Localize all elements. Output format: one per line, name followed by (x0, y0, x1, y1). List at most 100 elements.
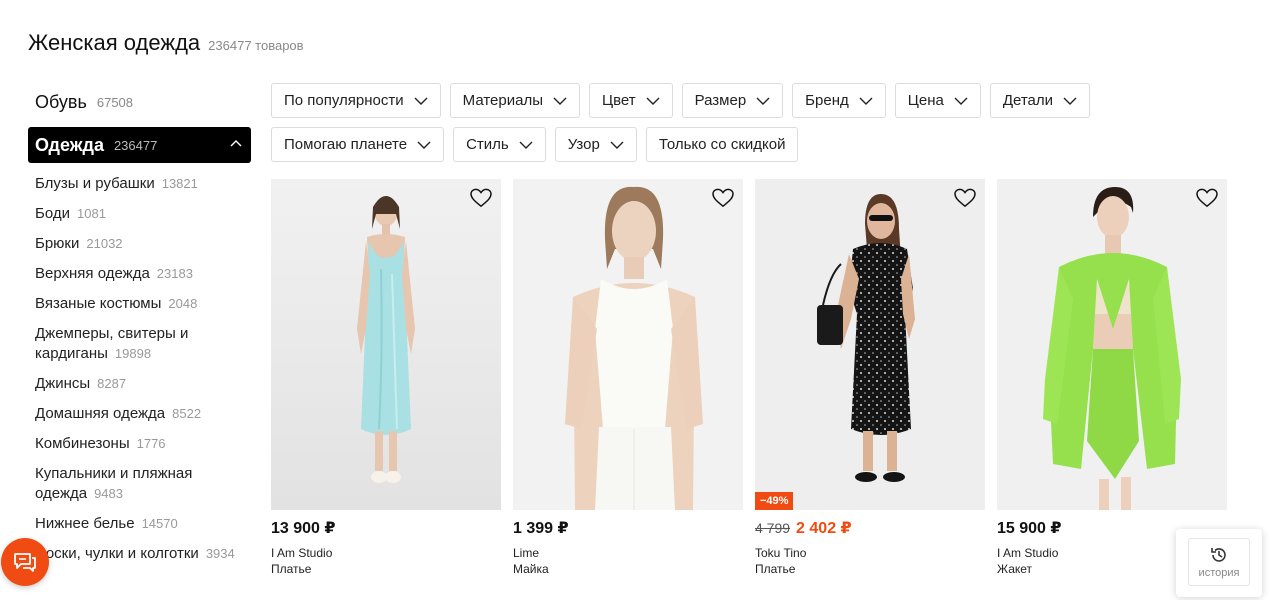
subcategory-list: Блузы и рубашки 13821 Боди 1081 Брюки 21032… (28, 169, 251, 569)
subcategory-item[interactable]: Комбинезоны 1776 (28, 429, 251, 459)
price-filter[interactable]: Цена (894, 83, 981, 118)
filter-label: Стиль (466, 136, 509, 153)
product-grid: 13 900 ₽ I Am Studio Платье 1 399 ₽ Lime… (271, 179, 1227, 576)
subcategory-count: 21032 (86, 236, 123, 251)
subcategory-item[interactable]: Блузы и рубашки 13821 (28, 169, 251, 199)
product-brand[interactable]: I Am Studio (271, 546, 501, 560)
details-filter[interactable]: Детали (989, 83, 1091, 118)
subcategory-item[interactable]: Брюки 21032 (28, 229, 251, 259)
product-photo[interactable] (997, 179, 1227, 510)
product-photo[interactable]: −49% (755, 179, 985, 510)
brand-filter[interactable]: Бренд (792, 83, 886, 118)
product-type: Платье (271, 562, 312, 576)
materials-filter[interactable]: Материалы (449, 83, 580, 118)
subcategory-item[interactable]: Верхняя одежда 23183 (28, 259, 251, 289)
subcategory-count: 14570 (141, 516, 178, 531)
heart-icon[interactable] (1196, 188, 1218, 208)
filter-row: По популярности Материалы Цвет Размер Бр… (271, 83, 1171, 118)
color-filter[interactable]: Цвет (588, 83, 673, 118)
category-shoes[interactable]: Обувь 67508 (28, 84, 251, 120)
product-card[interactable]: 13 900 ₽ I Am Studio Платье (271, 179, 501, 576)
category-clothing[interactable]: Одежда 236477 (28, 127, 251, 163)
subcategory-item[interactable]: Вязаные костюмы 2048 (28, 289, 251, 319)
category-count: 67508 (96, 94, 134, 110)
size-filter[interactable]: Размер (681, 83, 784, 118)
chevron-down-icon (417, 141, 431, 149)
subcategory-item[interactable]: Джемперы, свитеры и кардиганы 19898 (28, 319, 251, 369)
subcategory-count: 9483 (94, 486, 123, 501)
subcategory-count: 23183 (156, 266, 193, 281)
subcategory-item[interactable]: Домашняя одежда 8522 (28, 399, 251, 429)
chevron-down-icon (414, 97, 428, 105)
history-button[interactable]: история (1188, 538, 1250, 586)
discount-badge: −49% (755, 492, 794, 510)
product-photo[interactable] (513, 179, 743, 510)
chevron-down-icon (646, 97, 660, 105)
subcategory-label: Носки, чулки и колготки (35, 545, 199, 562)
subcategory-count: 19898 (114, 346, 152, 361)
chevron-down-icon (610, 141, 624, 149)
filter-label: Цена (907, 92, 944, 109)
subcategory-count: 13821 (161, 176, 198, 191)
history-widget: история (1176, 529, 1262, 597)
product-brand[interactable]: Toku Tino (755, 546, 985, 560)
category-sidebar: Обувь 67508 Одежда 236477 Блузы и рубашк… (28, 84, 251, 569)
product-card[interactable]: 1 399 ₽ Lime Майка (513, 179, 743, 576)
pattern-filter[interactable]: Узор (554, 127, 637, 162)
subcategory-item[interactable]: Нижнее белье 14570 (28, 509, 251, 539)
chevron-down-icon (519, 141, 533, 149)
category-label: Обувь (35, 91, 87, 112)
subcategory-label: Верхняя одежда (35, 265, 150, 282)
page-title: Женская одежда 236477 товаров (28, 30, 304, 56)
product-card[interactable]: −49% 4 799 2 402 ₽ Toku Tino Платье (755, 179, 985, 576)
product-image (513, 179, 743, 510)
filter-label: Помогаю планете (284, 136, 408, 153)
subcategory-count: 2048 (168, 296, 198, 311)
subcategory-label: Вязаные костюмы (35, 295, 162, 312)
old-price: 4 799 (755, 520, 791, 536)
chevron-down-icon (954, 97, 968, 105)
subcategory-item[interactable]: Купальники и пляжная одежда 9483 (28, 459, 251, 509)
heart-icon[interactable] (954, 188, 976, 208)
page-title-text: Женская одежда (28, 30, 201, 55)
filter-label: Узор (567, 136, 600, 153)
filter-row: Помогаю планете Стиль Узор Только со ски… (271, 127, 1171, 162)
category-count: 236477 (113, 137, 158, 153)
sale-price: 2 402 ₽ (796, 520, 852, 537)
planet-filter[interactable]: Помогаю планете (271, 127, 445, 162)
product-image (271, 179, 501, 510)
product-type: Майка (513, 562, 549, 576)
price: 15 900 ₽ (997, 520, 1062, 537)
price: 1 399 ₽ (513, 520, 569, 537)
product-type: Платье (755, 562, 796, 576)
subcategory-label: Джемперы, свитеры и кардиганы (35, 325, 189, 362)
discount-only-toggle[interactable]: Только со скидкой (645, 127, 799, 162)
subcategory-label: Джинсы (35, 375, 91, 392)
subcategory-label: Блузы и рубашки (35, 175, 155, 192)
subcategory-label: Брюки (35, 235, 80, 252)
chevron-up-icon[interactable] (229, 137, 243, 151)
product-image (755, 179, 985, 510)
product-brand[interactable]: Lime (513, 546, 743, 560)
support-chat-button[interactable] (1, 538, 49, 586)
sort-dropdown[interactable]: По популярности (271, 83, 441, 118)
subcategory-label: Домашняя одежда (35, 405, 166, 422)
heart-icon[interactable] (712, 188, 734, 208)
subcategory-count: 3934 (205, 546, 235, 561)
chevron-down-icon (859, 97, 873, 105)
price-row: 13 900 ₽ (271, 518, 501, 538)
subcategory-item[interactable]: Носки, чулки и колготки 3934 (28, 539, 251, 569)
filter-label: Бренд (805, 92, 849, 109)
subcategory-item[interactable]: Боди 1081 (28, 199, 251, 229)
subcategory-item[interactable]: Джинсы 8287 (28, 369, 251, 399)
price-row: 4 799 2 402 ₽ (755, 518, 985, 538)
heart-icon[interactable] (470, 188, 492, 208)
subcategory-count: 8522 (172, 406, 202, 421)
product-card[interactable]: 15 900 ₽ I Am Studio Жакет (997, 179, 1227, 576)
chevron-down-icon (1063, 97, 1077, 105)
product-photo[interactable] (271, 179, 501, 510)
history-label: история (1198, 566, 1240, 579)
subcategory-count: 1081 (77, 206, 106, 221)
style-filter[interactable]: Стиль (453, 127, 546, 162)
subcategory-label: Боди (35, 205, 70, 222)
